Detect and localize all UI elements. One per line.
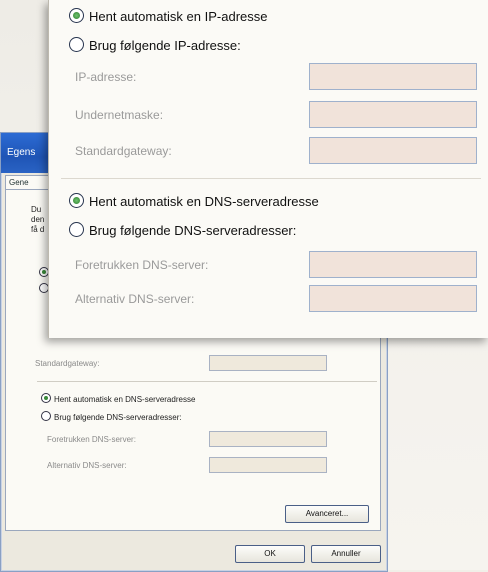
- preferred-dns-input-back[interactable]: [209, 431, 327, 447]
- cancel-button[interactable]: Annuller: [311, 545, 381, 563]
- auto-ip-label: Hent automatisk en IP-adresse: [89, 9, 268, 24]
- manual-dns-radio-back[interactable]: Brug følgende DNS-serveradresser:: [41, 411, 182, 422]
- tcpip-properties-zoom: Hent automatisk en IP-adresse Brug følge…: [48, 0, 488, 338]
- preferred-dns-label: Foretrukken DNS-server:: [75, 258, 209, 272]
- auto-dns-radio-back[interactable]: Hent automatisk en DNS-serveradresse: [41, 393, 195, 404]
- manual-dns-radio[interactable]: Brug følgende DNS-serveradresser:: [69, 222, 296, 238]
- radio-selected-icon: [69, 8, 84, 23]
- subnet-mask-label: Undernetmaske:: [75, 108, 164, 122]
- tab-general[interactable]: Gene: [5, 175, 50, 190]
- ok-button[interactable]: OK: [235, 545, 305, 563]
- divider: [61, 178, 481, 179]
- standard-gateway-label-back: Standardgateway:: [35, 359, 100, 368]
- alternate-dns-input[interactable]: [309, 285, 477, 312]
- manual-ip-radio[interactable]: Brug følgende IP-adresse:: [69, 37, 241, 53]
- preferred-dns-input[interactable]: [309, 251, 477, 278]
- standard-gateway-input[interactable]: [309, 137, 477, 164]
- manual-ip-label: Brug følgende IP-adresse:: [89, 38, 241, 53]
- standard-gateway-label: Standardgateway:: [75, 144, 172, 158]
- ip-address-label: IP-adresse:: [75, 70, 137, 84]
- standard-gateway-input-back[interactable]: [209, 355, 327, 371]
- alternate-dns-label-back: Alternativ DNS-server:: [47, 461, 127, 470]
- radio-selected-icon: [69, 193, 84, 208]
- auto-ip-radio[interactable]: Hent automatisk en IP-adresse: [69, 8, 267, 24]
- advanced-button[interactable]: Avanceret...: [285, 505, 369, 523]
- radio-empty-icon: [69, 222, 84, 237]
- auto-dns-radio[interactable]: Hent automatisk en DNS-serveradresse: [69, 193, 319, 209]
- subnet-mask-input[interactable]: [309, 101, 477, 128]
- auto-dns-label: Hent automatisk en DNS-serveradresse: [89, 194, 319, 209]
- preferred-dns-label-back: Foretrukken DNS-server:: [47, 435, 136, 444]
- alternate-dns-input-back[interactable]: [209, 457, 327, 473]
- radio-empty-icon: [69, 37, 84, 52]
- manual-dns-label-back: Brug følgende DNS-serveradresser:: [54, 413, 182, 422]
- manual-dns-label: Brug følgende DNS-serveradresser:: [89, 223, 297, 238]
- ip-address-input[interactable]: [309, 63, 477, 90]
- auto-dns-label-back: Hent automatisk en DNS-serveradresse: [54, 395, 196, 404]
- alternate-dns-label: Alternativ DNS-server:: [75, 292, 195, 306]
- window-title: Egens: [7, 147, 36, 158]
- divider: [37, 381, 377, 382]
